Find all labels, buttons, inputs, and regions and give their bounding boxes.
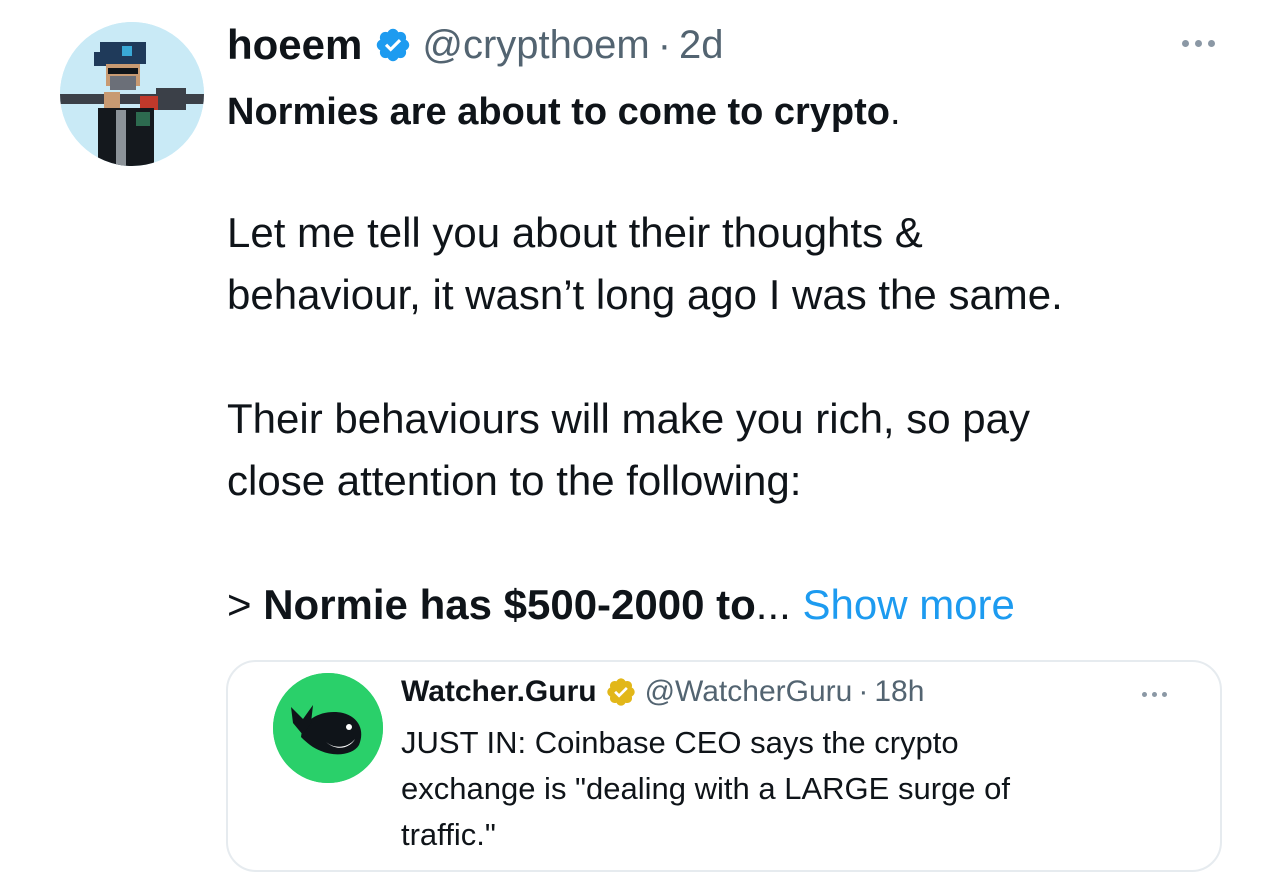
tweet-paragraph-1: Let me tell you about their thoughts & b… [227,202,1063,326]
tweet-header: hoeem @crypthoem · 2d [227,14,724,76]
paragraph-line: Let me tell you about their thoughts & [227,209,923,256]
more-dot [1207,39,1215,47]
quoted-author-name[interactable]: Watcher.Guru [401,675,597,709]
quote-marker: > [227,581,264,628]
more-dot [1141,691,1147,697]
tweet-headline: Normies are about to come to crypto. [227,81,901,143]
author-avatar[interactable] [60,22,204,166]
truncated-bold-text: Normie has $500-2000 to [263,581,756,628]
whale-logo-icon [273,673,383,783]
quoted-text-line: exchange is "dealing with a LARGE surge … [401,771,1010,806]
author-handle[interactable]: @crypthoem [422,23,649,68]
verified-badge-icon [377,28,410,62]
more-dot [1181,39,1189,47]
more-dot [1194,39,1202,47]
headline-bold-text: Normies are about to come to crypto [227,91,891,133]
quoted-text-line: traffic." [401,817,496,852]
paragraph-line: behaviour, it wasn’t long ago I was the … [227,271,1063,318]
paragraph-line: close attention to the following: [227,457,802,504]
quoted-tweet-header: Watcher.Guru @WatcherGuru · 18h [401,670,924,714]
quoted-tweet-text: JUST IN: Coinbase CEO says the crypto ex… [401,720,1161,858]
tweet-timestamp[interactable]: 2d [679,23,724,68]
header-separator: · [657,22,672,67]
show-more-link[interactable]: Show more [802,581,1014,628]
tweet-paragraph-2: Their behaviours will make you rich, so … [227,388,1030,512]
quoted-tweet-card[interactable]: Watcher.Guru @WatcherGuru · 18h JUST IN:… [226,660,1222,872]
quoted-author-avatar[interactable] [273,673,383,783]
tweet-truncated-line: > Normie has $500-2000 to... Show more [227,574,1015,636]
pixel-art-avatar-icon [60,22,204,166]
quoted-more-options-icon[interactable] [1132,684,1176,704]
headline-period: . [890,91,901,133]
quoted-header-separator: · [858,675,869,708]
quoted-text-line: JUST IN: Coinbase CEO says the crypto [401,725,959,760]
paragraph-line: Their behaviours will make you rich, so … [227,395,1031,442]
more-dot [1161,691,1167,697]
quoted-author-handle[interactable]: @WatcherGuru [645,675,853,709]
more-options-icon[interactable] [1170,28,1226,58]
author-name[interactable]: hoeem [227,21,362,69]
quoted-tweet-timestamp[interactable]: 18h [874,675,924,709]
ellipsis: ... [755,581,803,628]
more-dot [1151,691,1157,697]
gold-verified-badge-icon [606,678,635,706]
